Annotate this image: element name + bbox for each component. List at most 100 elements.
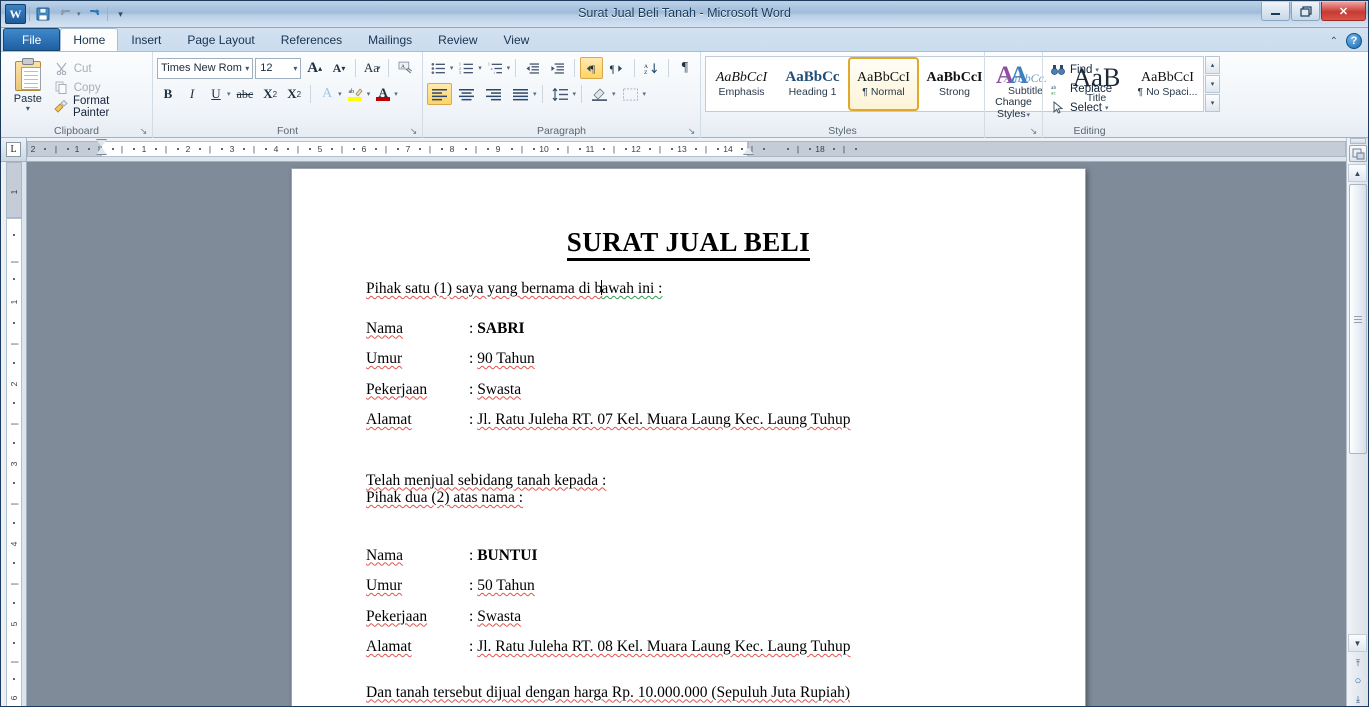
styles-scroll-up-button[interactable]: ▴ xyxy=(1205,56,1220,74)
style-emphasis[interactable]: AaBbCcI Emphasis xyxy=(706,57,777,111)
text-effects-button[interactable]: A xyxy=(316,83,338,105)
borders-caret-icon[interactable]: ▾ xyxy=(643,90,647,98)
align-center-button[interactable] xyxy=(454,83,479,105)
tab-home[interactable]: Home xyxy=(60,28,119,51)
underline-caret-icon[interactable]: ▾ xyxy=(227,90,231,98)
replace-button[interactable]: ab ac Replace xyxy=(1047,79,1132,98)
cut-button[interactable]: Cut xyxy=(51,59,148,78)
clear-formatting-button[interactable]: A xyxy=(394,57,418,79)
vertical-ruler[interactable]: 1 | 1 | 2 | 3 | 4 | 5 | 6 xyxy=(1,162,27,706)
ltr-text-direction-button[interactable]: ¶ xyxy=(579,57,604,79)
superscript-button[interactable]: X2 xyxy=(283,83,305,105)
select-browse-object-button[interactable]: ○ xyxy=(1349,672,1367,690)
chevron-down-icon[interactable]: ▾ xyxy=(293,64,297,73)
change-case-button[interactable]: Aa ▾ xyxy=(361,57,383,79)
chevron-down-icon[interactable]: ▾ xyxy=(1027,112,1031,119)
scroll-up-button[interactable]: ▲ xyxy=(1348,164,1367,182)
tab-references[interactable]: References xyxy=(268,29,355,51)
align-right-button[interactable] xyxy=(481,83,506,105)
shading-button[interactable] xyxy=(587,83,612,105)
sort-button[interactable]: AZ xyxy=(640,57,663,79)
style-normal[interactable]: AaBbCcI ¶ Normal xyxy=(848,57,919,111)
select-caret-icon[interactable]: ▾ xyxy=(1105,104,1109,112)
style-heading-1[interactable]: AaBbCс Heading 1 xyxy=(777,57,848,111)
document-canvas[interactable]: SURAT JUAL BELI Pihak satu (1) saya yang… xyxy=(27,162,1346,706)
font-size-combobox[interactable]: 12 ▾ xyxy=(255,57,302,79)
document-page[interactable]: SURAT JUAL BELI Pihak satu (1) saya yang… xyxy=(291,168,1086,706)
italic-button[interactable]: I xyxy=(181,83,203,105)
decrease-indent-button[interactable] xyxy=(521,57,544,79)
line-spacing-caret-icon[interactable]: ▾ xyxy=(573,90,577,98)
scroll-down-button[interactable]: ▼ xyxy=(1348,634,1367,652)
minimize-button[interactable] xyxy=(1261,2,1290,21)
subscript-button[interactable]: X2 xyxy=(259,83,281,105)
style-no-spacing[interactable]: AaBbCcI ¶ No Spaci... xyxy=(1132,57,1203,111)
tab-review[interactable]: Review xyxy=(425,29,490,51)
find-button[interactable]: Find ▾ xyxy=(1047,60,1132,79)
style-strong[interactable]: AaBbCcI Strong xyxy=(919,57,990,111)
vertical-scrollbar[interactable]: ▲ ▼ ⤒ ○ ⤓ xyxy=(1346,138,1368,706)
paragraph-dialog-launcher-icon[interactable]: ↘ xyxy=(686,126,697,137)
tab-insert[interactable]: Insert xyxy=(118,29,174,51)
copy-icon xyxy=(54,80,69,95)
increase-indent-button[interactable] xyxy=(546,57,569,79)
tab-file[interactable]: File xyxy=(3,28,61,51)
rtl-text-direction-button[interactable]: ¶ xyxy=(605,57,629,79)
borders-button[interactable] xyxy=(618,83,643,105)
tab-mailings[interactable]: Mailings xyxy=(355,29,425,51)
font-dialog-launcher-icon[interactable]: ↘ xyxy=(408,126,419,137)
scrollbar-thumb[interactable] xyxy=(1349,184,1367,454)
horizontal-ruler[interactable]: 2 | 1 | | 1 | 2 | 3 | 4 | 5 | 6 | 7 | 8 … xyxy=(27,138,1346,162)
document-body[interactable]: SURAT JUAL BELI Pihak satu (1) saya yang… xyxy=(292,169,1085,700)
restore-button[interactable] xyxy=(1291,2,1320,21)
chevron-down-icon[interactable]: ▾ xyxy=(377,64,381,72)
paste-caret-icon[interactable]: ▾ xyxy=(26,105,30,113)
text-effects-caret-icon[interactable]: ▾ xyxy=(338,90,342,98)
highlight-caret-icon[interactable]: ▾ xyxy=(367,90,371,98)
styles-dialog-launcher-icon[interactable]: ↘ xyxy=(1028,126,1039,137)
justify-caret-icon[interactable]: ▾ xyxy=(533,90,537,98)
chevron-down-icon[interactable]: ▾ xyxy=(245,64,249,73)
line-spacing-button[interactable] xyxy=(548,83,573,105)
highlight-color-button[interactable]: ab xyxy=(344,83,367,105)
align-left-button[interactable] xyxy=(427,83,452,105)
tab-page-layout[interactable]: Page Layout xyxy=(174,29,267,51)
grow-font-button[interactable]: A ▴ xyxy=(303,57,326,79)
strikethrough-button[interactable]: abc xyxy=(233,83,258,105)
numbering-caret-icon[interactable]: ▾ xyxy=(478,64,482,72)
next-page-button[interactable]: ⤓ xyxy=(1349,690,1367,706)
browse-object-icon[interactable] xyxy=(1349,145,1367,162)
styles-more-button[interactable]: ▾ xyxy=(1205,94,1220,112)
style-preview: AaBbCс xyxy=(785,70,840,85)
show-formatting-marks-button[interactable]: ¶ xyxy=(674,57,696,79)
find-caret-icon[interactable]: ▾ xyxy=(1095,66,1099,74)
tab-stop-selector[interactable]: L xyxy=(1,138,27,162)
close-button[interactable]: ✕ xyxy=(1321,2,1366,21)
bullets-caret-icon[interactable]: ▾ xyxy=(450,64,454,72)
help-icon[interactable]: ? xyxy=(1346,33,1362,49)
select-button[interactable]: Select ▾ xyxy=(1047,98,1132,117)
shrink-font-button[interactable]: A ▾ xyxy=(328,57,350,79)
ruler-tick: | xyxy=(566,144,570,154)
clipboard-dialog-launcher-icon[interactable]: ↘ xyxy=(138,126,149,137)
format-painter-button[interactable]: Format Painter xyxy=(51,95,148,119)
shading-caret-icon[interactable]: ▾ xyxy=(612,90,616,98)
font-color-button[interactable]: A xyxy=(372,83,394,105)
change-styles-button[interactable]: A A Change Styles ▾ xyxy=(989,55,1038,122)
style-name: ¶ Normal xyxy=(862,85,905,98)
font-color-caret-icon[interactable]: ▾ xyxy=(394,90,398,98)
bold-button[interactable]: B xyxy=(157,83,179,105)
numbering-button[interactable]: 123 xyxy=(455,57,478,79)
tab-view[interactable]: View xyxy=(491,29,543,51)
split-window-handle[interactable] xyxy=(1350,138,1366,144)
previous-page-button[interactable]: ⤒ xyxy=(1349,654,1367,672)
bullets-button[interactable] xyxy=(427,57,450,79)
font-name-combobox[interactable]: Times New Rom ▾ xyxy=(157,57,254,79)
underline-button[interactable]: U xyxy=(205,83,227,105)
svg-text:A: A xyxy=(1010,62,1028,89)
collapse-ribbon-icon[interactable]: ⌃ xyxy=(1330,36,1338,47)
justify-button[interactable] xyxy=(508,83,533,105)
multilevel-caret-icon[interactable]: ▾ xyxy=(507,64,511,72)
multilevel-list-button[interactable]: 1ai xyxy=(484,57,507,79)
styles-scroll-down-button[interactable]: ▾ xyxy=(1205,75,1220,93)
